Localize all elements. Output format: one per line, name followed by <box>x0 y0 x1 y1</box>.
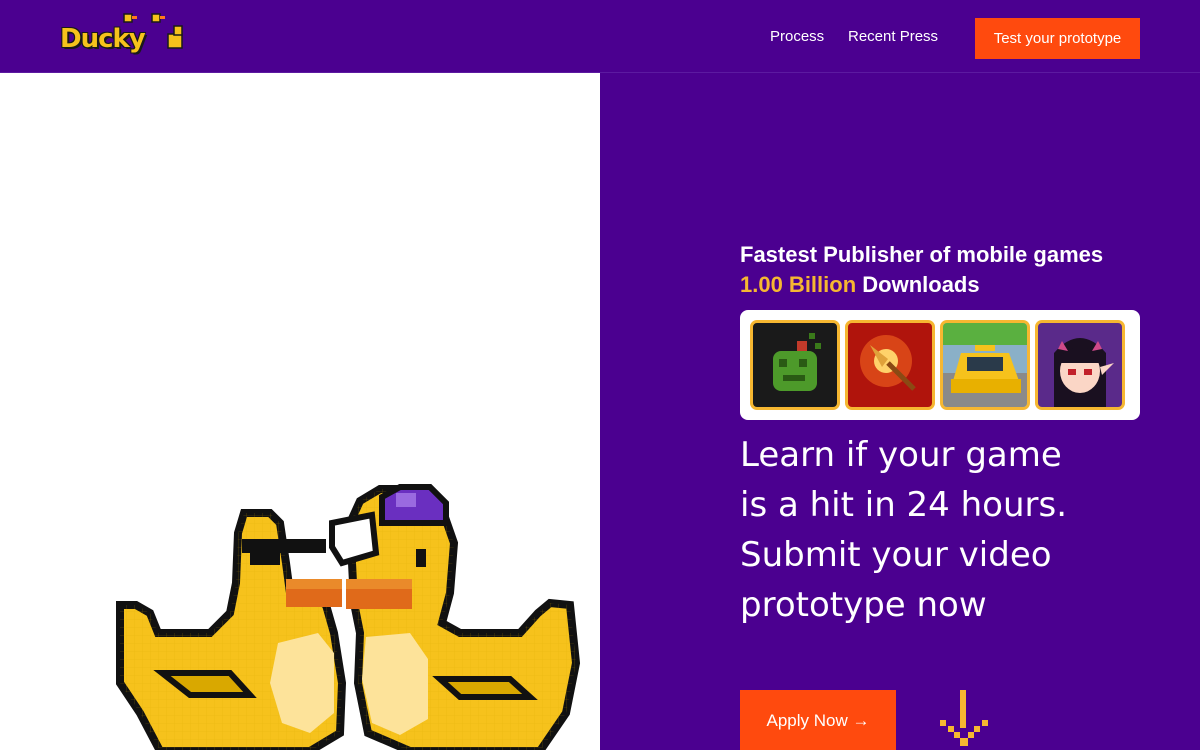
demon-girl-game-icon[interactable] <box>1035 320 1125 410</box>
hero-headline: Fastest Publisher of mobile games 1.00 B… <box>740 240 1103 300</box>
nav-recent-press-link[interactable]: Recent Press <box>848 28 938 45</box>
downloads-count: 1.00 Billion <box>740 272 857 297</box>
hero-illustration-panel <box>0 73 600 750</box>
site-header: Ducky Process Recent Press Test your pro… <box>0 0 1200 73</box>
tagline-line: Submit your video <box>740 535 1052 575</box>
melon-zombie-game-icon[interactable] <box>750 320 840 410</box>
downloads-line: 1.00 Billion Downloads <box>740 270 1103 300</box>
magic-broom-game-icon[interactable] <box>845 320 935 410</box>
logo-wordmark: Ducky <box>60 24 146 54</box>
featured-games-strip <box>740 310 1140 420</box>
tagline-line: Learn if your game <box>740 435 1062 475</box>
hero-tagline: Learn if your game is a hit in 24 hours.… <box>740 430 1067 630</box>
tagline-line: prototype now <box>740 585 987 625</box>
pixel-arrow-down-icon <box>940 690 988 746</box>
pixel-ducks-illustration <box>116 484 581 750</box>
yellow-taxi-game-icon[interactable] <box>940 320 1030 410</box>
test-prototype-button[interactable]: Test your prototype <box>975 18 1140 59</box>
apply-now-button[interactable]: Apply Now → <box>740 690 896 750</box>
nav-process-link[interactable]: Process <box>770 28 824 45</box>
publisher-tagline: Fastest Publisher of mobile games <box>740 242 1104 267</box>
downloads-suffix: Downloads <box>856 272 980 297</box>
ducky-logo[interactable]: Ducky <box>60 12 188 56</box>
tagline-line: is a hit in 24 hours. <box>740 485 1068 525</box>
